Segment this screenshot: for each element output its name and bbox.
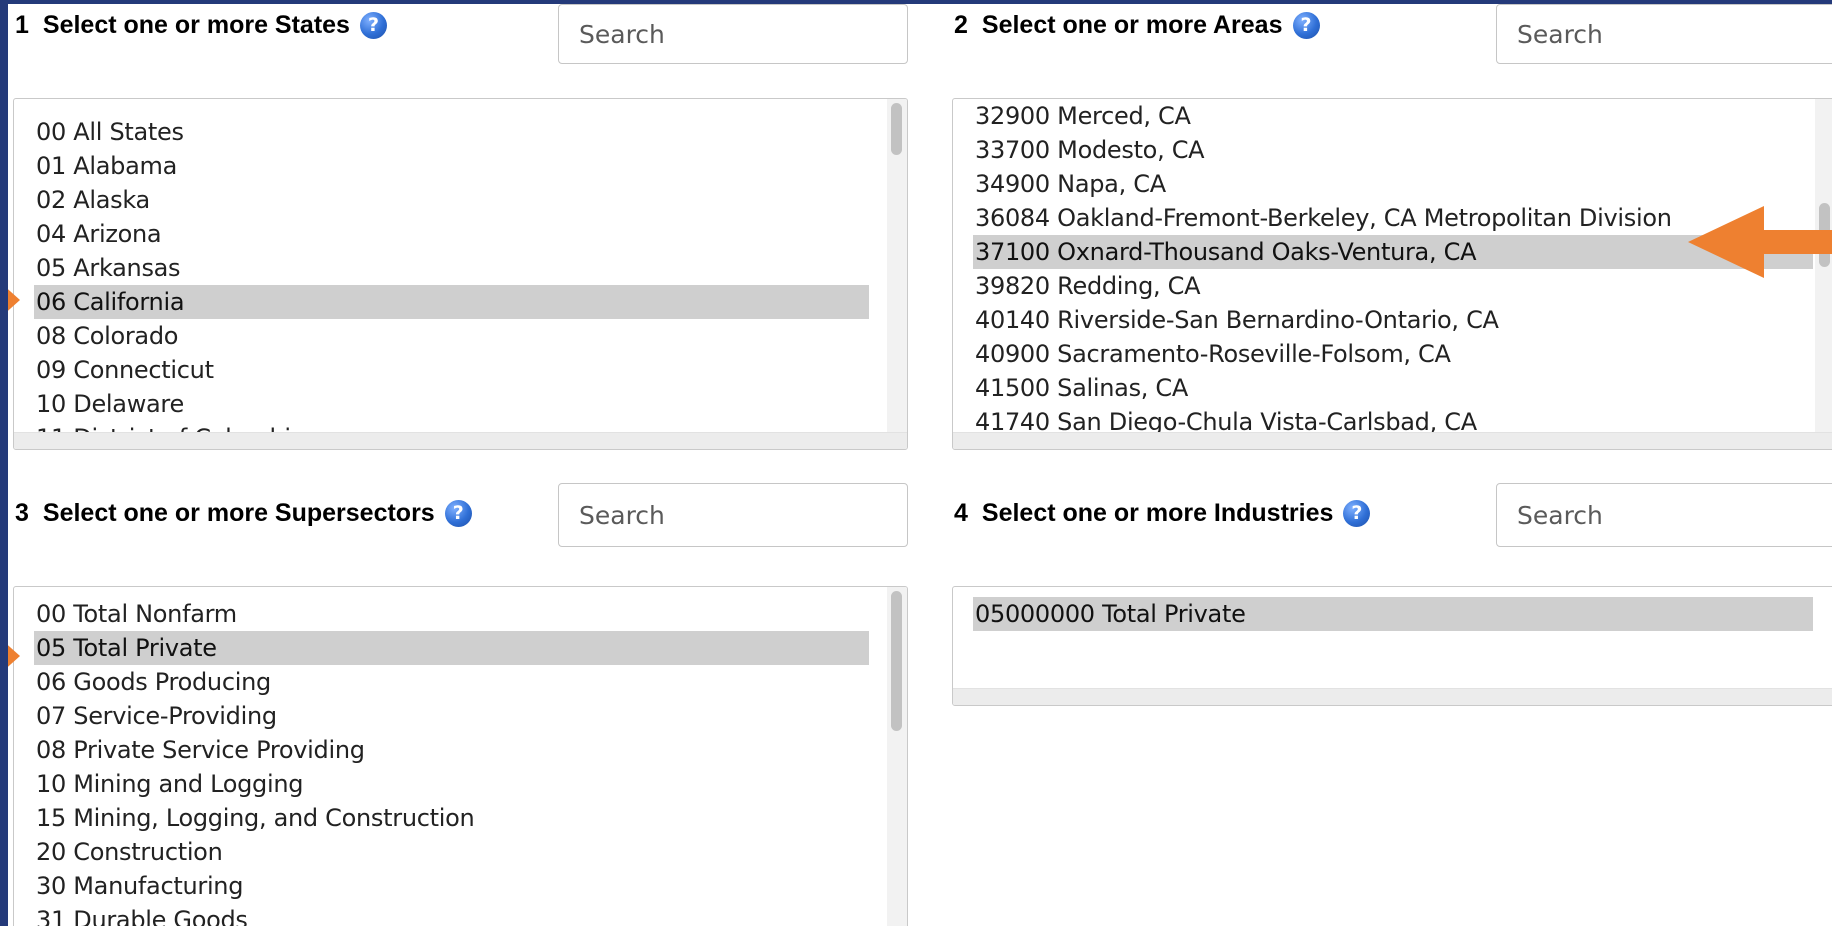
- help-icon[interactable]: ?: [1343, 499, 1371, 527]
- list-option[interactable]: 32900 Merced, CA: [973, 99, 1813, 133]
- list-option[interactable]: 08 Colorado: [34, 319, 869, 353]
- industries-search-input[interactable]: [1496, 483, 1832, 547]
- list-option[interactable]: 37100 Oxnard-Thousand Oaks-Ventura, CA: [973, 235, 1813, 269]
- list-option[interactable]: 15 Mining, Logging, and Construction: [34, 801, 869, 835]
- arrow-pointer-icon: [1688, 206, 1832, 278]
- industries-title: 4 Select one or more Industries ?: [954, 498, 1371, 528]
- industries-list-items: 05000000 Total Private: [973, 597, 1813, 631]
- supersectors-list-items: 00 Total Nonfarm 05 Total Private 06 Goods…: [34, 597, 869, 926]
- list-option[interactable]: 10 Delaware: [34, 387, 869, 421]
- help-icon[interactable]: ?: [359, 11, 387, 39]
- list-option[interactable]: 10 Mining and Logging: [34, 767, 869, 801]
- list-option[interactable]: 02 Alaska: [34, 183, 869, 217]
- areas-title-text: Select one or more Areas: [981, 11, 1283, 39]
- areas-horizontal-scrollbar[interactable]: [953, 432, 1832, 449]
- list-option[interactable]: 30 Manufacturing: [34, 869, 869, 903]
- states-vertical-scrollbar[interactable]: [887, 99, 907, 433]
- supersectors-step-number: 3: [15, 499, 29, 527]
- supersectors-title-text: Select one or more Supersectors: [42, 499, 435, 527]
- list-option[interactable]: 09 Connecticut: [34, 353, 869, 387]
- areas-search-input[interactable]: [1496, 4, 1832, 64]
- list-option[interactable]: 05 Arkansas: [34, 251, 869, 285]
- list-option[interactable]: 33700 Modesto, CA: [973, 133, 1813, 167]
- list-option[interactable]: 06 California: [34, 285, 869, 319]
- states-scrollbar-thumb[interactable]: [891, 103, 902, 155]
- list-option[interactable]: 05000000 Total Private: [973, 597, 1813, 631]
- list-option[interactable]: 06 Goods Producing: [34, 665, 869, 699]
- data-selection-canvas: 1 Select one or more States ? 00 All Sta…: [8, 4, 1832, 926]
- supersectors-search-input[interactable]: [558, 483, 908, 547]
- states-title-text: Select one or more States: [42, 11, 350, 39]
- arrow-pointer-icon: [8, 289, 20, 311]
- help-icon[interactable]: ?: [444, 499, 472, 527]
- supersectors-vertical-scrollbar[interactable]: [887, 587, 907, 926]
- states-list-items: 00 All States 01 Alabama 02 Alaska 04 Arizo…: [34, 115, 869, 449]
- list-option[interactable]: 36084 Oakland-Fremont-Berkeley, CA Metro…: [973, 201, 1813, 235]
- states-step-number: 1: [15, 11, 29, 39]
- states-title: 1 Select one or more States ?: [15, 10, 387, 40]
- areas-step-number: 2: [954, 11, 968, 39]
- states-search-input[interactable]: [558, 4, 908, 64]
- list-option[interactable]: 08 Private Service Providing: [34, 733, 869, 767]
- states-listbox[interactable]: 00 All States 01 Alabama 02 Alaska 04 Arizo…: [13, 98, 908, 450]
- list-option[interactable]: 34900 Napa, CA: [973, 167, 1813, 201]
- list-option[interactable]: 20 Construction: [34, 835, 869, 869]
- areas-title: 2 Select one or more Areas ?: [954, 10, 1320, 40]
- list-option[interactable]: 00 Total Nonfarm: [34, 597, 869, 631]
- industries-listbox[interactable]: 05000000 Total Private: [952, 586, 1832, 706]
- list-option[interactable]: 01 Alabama: [34, 149, 869, 183]
- industries-title-text: Select one or more Industries: [981, 499, 1334, 527]
- areas-list-items: 32900 Merced, CA 33700 Modesto, CA 34900 N…: [973, 99, 1813, 439]
- list-option[interactable]: 31 Durable Goods: [34, 903, 869, 926]
- states-horizontal-scrollbar[interactable]: [14, 432, 907, 449]
- list-option[interactable]: 07 Service-Providing: [34, 699, 869, 733]
- supersectors-scrollbar-thumb[interactable]: [891, 591, 902, 731]
- list-option[interactable]: 41500 Salinas, CA: [973, 371, 1813, 405]
- list-option[interactable]: 04 Arizona: [34, 217, 869, 251]
- help-icon[interactable]: ?: [1292, 11, 1320, 39]
- list-option[interactable]: 05 Total Private: [34, 631, 869, 665]
- list-option[interactable]: 39820 Redding, CA: [973, 269, 1813, 303]
- list-option[interactable]: 40140 Riverside-San Bernardino-Ontario, …: [973, 303, 1813, 337]
- supersectors-title: 3 Select one or more Supersectors ?: [15, 498, 472, 528]
- list-option[interactable]: 40900 Sacramento-Roseville-Folsom, CA: [973, 337, 1813, 371]
- arrow-pointer-icon: [8, 645, 20, 667]
- industries-step-number: 4: [954, 499, 968, 527]
- list-option[interactable]: 00 All States: [34, 115, 869, 149]
- supersectors-listbox[interactable]: 00 Total Nonfarm 05 Total Private 06 Goods…: [13, 586, 908, 926]
- industries-horizontal-scrollbar[interactable]: [953, 688, 1832, 705]
